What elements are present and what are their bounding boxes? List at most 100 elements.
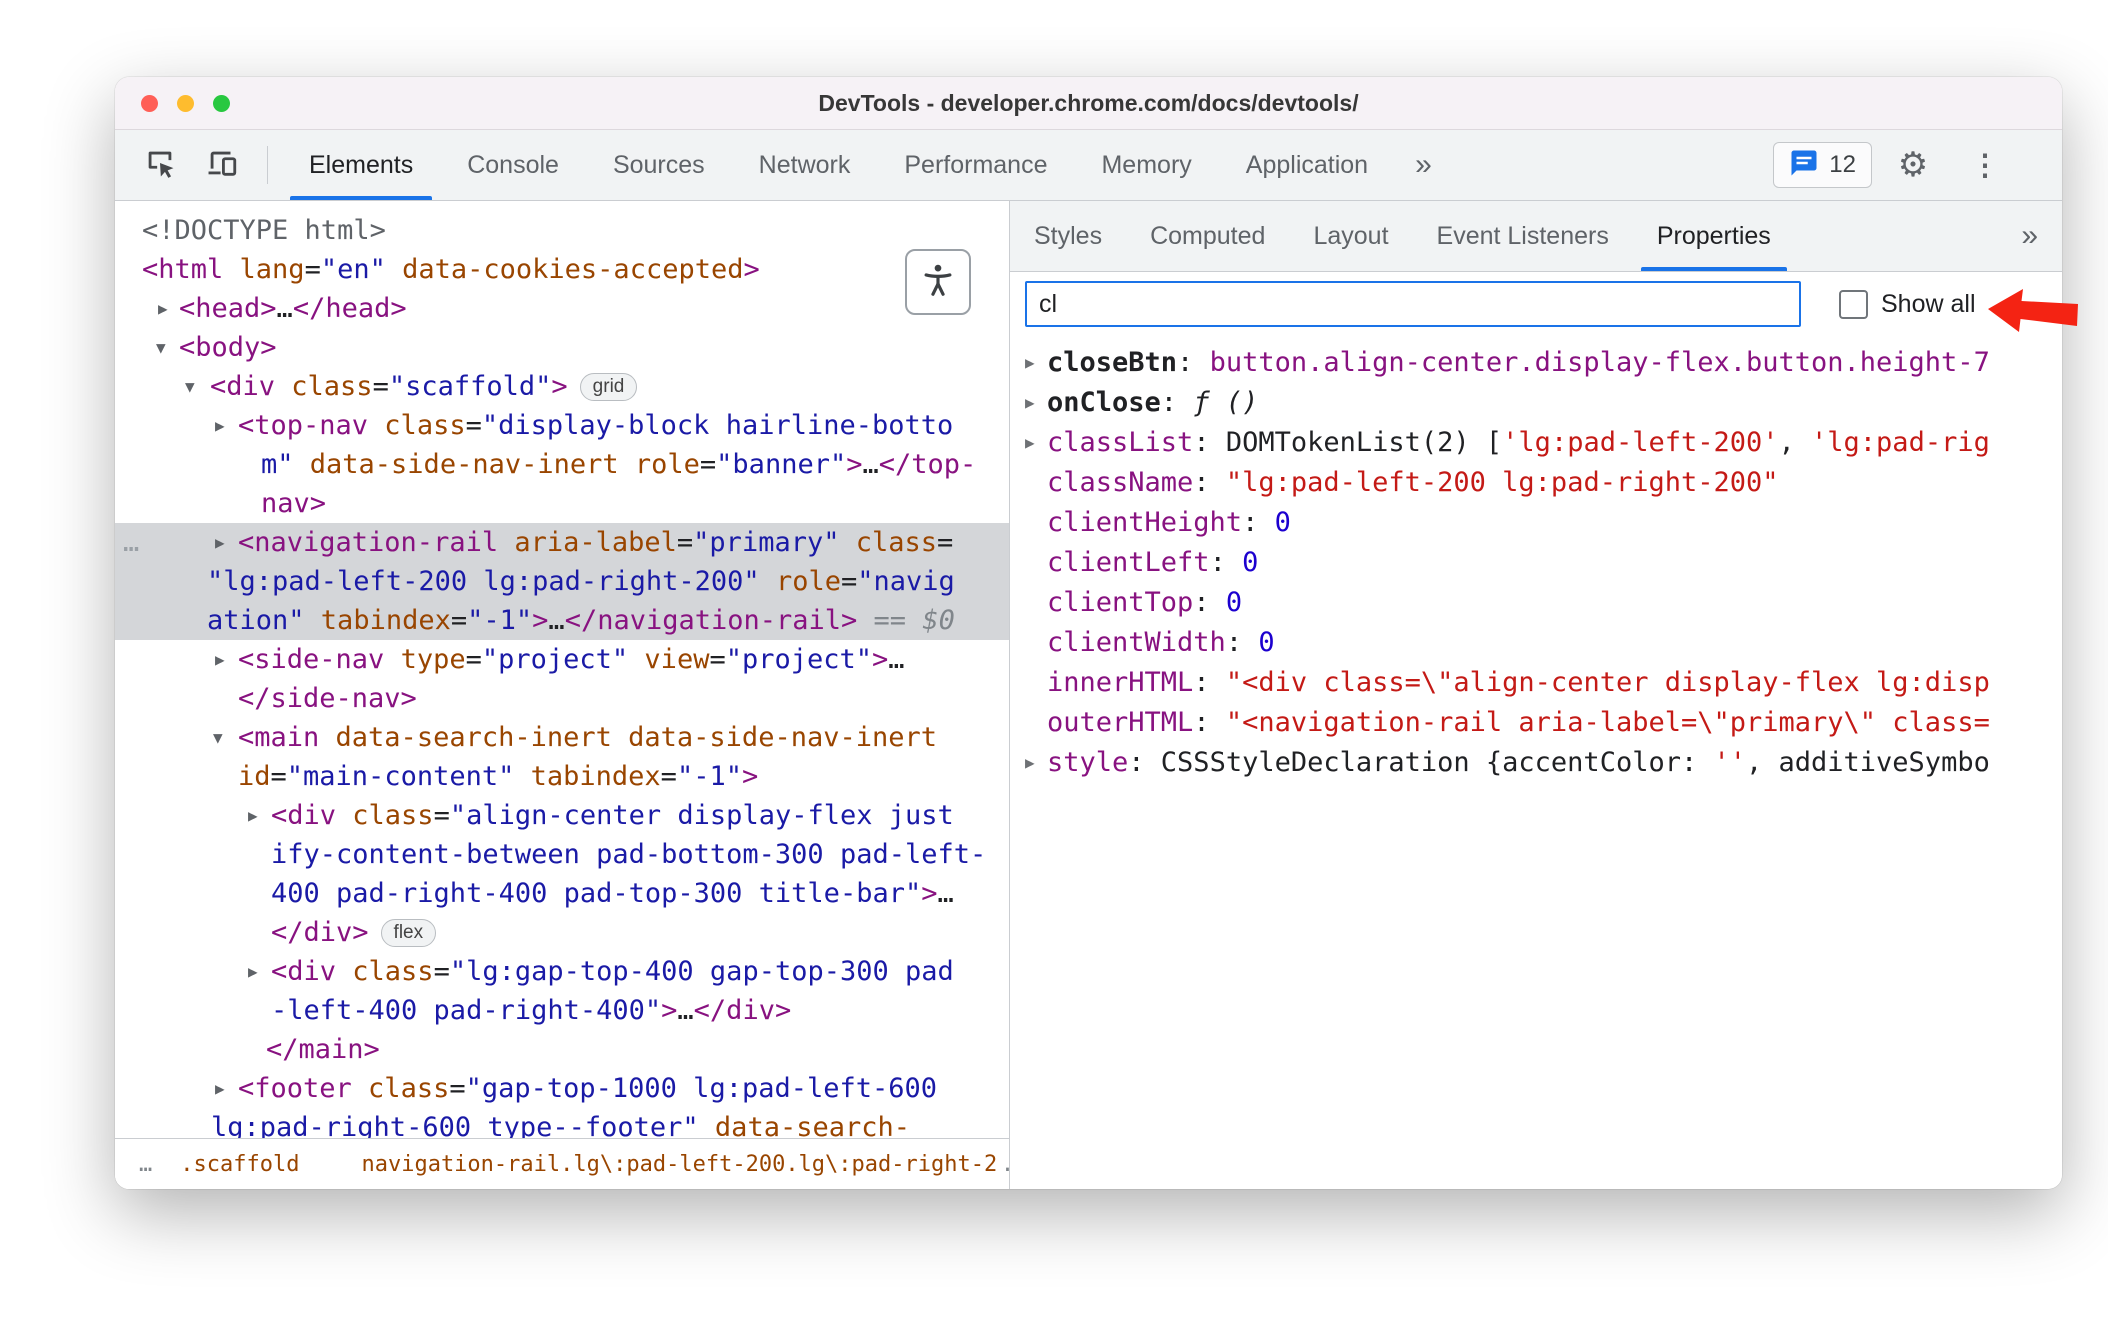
sidebar-more-tabs-button[interactable]: »: [1997, 201, 2062, 271]
expand-arrow-icon[interactable]: ▶: [248, 796, 258, 835]
breadcrumb-item[interactable]: navigation-rail.lg\:pad-left-200.lg\:pad…: [361, 1152, 997, 1177]
expand-arrow-icon[interactable]: ▶: [248, 952, 258, 991]
property-name: clientTop: [1047, 587, 1194, 618]
dom-tree-row[interactable]: -left-400 pad-right-400">…</div>: [115, 991, 1009, 1030]
property-row[interactable]: ▶ style: CSSStyleDeclaration {accentColor…: [1010, 743, 2062, 783]
tab-computed[interactable]: Computed: [1126, 201, 1289, 271]
expand-arrow-icon[interactable]: ▶: [1025, 423, 1035, 463]
property-row[interactable]: outerHTML: "<navigation-rail aria-label=…: [1010, 703, 2062, 743]
dom-tree-row[interactable]: ▶ <div class="align-center display-flex j…: [115, 796, 1009, 835]
grid-badge[interactable]: grid: [579, 373, 638, 401]
elements-panel: <!DOCTYPE html> <html lang="en" data-cook…: [115, 201, 1010, 1189]
dom-tree-row[interactable]: </main>: [115, 1030, 1009, 1069]
tab-network[interactable]: Network: [732, 130, 878, 200]
collapse-arrow-icon[interactable]: ▼: [185, 367, 195, 406]
collapse-arrow-icon[interactable]: ▼: [156, 328, 166, 367]
dom-tree-row[interactable]: ation" tabindex="-1">…</navigation-rail>…: [115, 601, 1009, 640]
tab-styles[interactable]: Styles: [1010, 201, 1126, 271]
tab-sources[interactable]: Sources: [586, 130, 732, 200]
zoom-window-button[interactable]: [213, 94, 230, 112]
dom-tree-row[interactable]: "lg:pad-left-200 lg:pad-right-200" role=…: [115, 562, 1009, 601]
property-name: classList: [1047, 427, 1194, 458]
dom-tree-row[interactable]: ▶ <div class="lg:gap-top-400 gap-top-300 …: [115, 952, 1009, 991]
property-row[interactable]: clientLeft: 0: [1010, 543, 2062, 583]
flex-badge[interactable]: flex: [380, 919, 437, 947]
property-name: className: [1047, 467, 1194, 498]
dom-tree-row[interactable]: ▼ <div class="scaffold"> grid: [115, 367, 1009, 406]
breadcrumb-item[interactable]: .scaffold: [180, 1152, 299, 1177]
issues-button[interactable]: 12: [1773, 142, 1872, 188]
row-overflow-dots[interactable]: …: [123, 523, 139, 562]
titlebar: DevTools - developer.chrome.com/docs/dev…: [115, 77, 2062, 130]
dom-tree-row[interactable]: ify-content-between pad-bottom-300 pad-l…: [115, 835, 1009, 874]
tab-properties[interactable]: Properties: [1633, 201, 1795, 271]
minimize-window-button[interactable]: [177, 94, 194, 112]
expand-arrow-icon[interactable]: ▶: [215, 640, 225, 679]
dom-tree-row[interactable]: ▶ <side-nav type="project" view="project"…: [115, 640, 1009, 679]
property-row[interactable]: ▶ classList: DOMTokenList(2) ['lg:pad-lef…: [1010, 423, 2062, 463]
window-title: DevTools - developer.chrome.com/docs/dev…: [818, 89, 1359, 116]
dom-tree: <!DOCTYPE html> <html lang="en" data-cook…: [115, 201, 1009, 1139]
property-name: onClose: [1047, 387, 1161, 418]
expand-arrow-icon[interactable]: ▶: [1025, 383, 1035, 423]
expand-arrow-icon[interactable]: ▶: [158, 289, 168, 328]
tab-console[interactable]: Console: [440, 130, 586, 200]
breadcrumb-overflow-right[interactable]: …: [1005, 1152, 1009, 1177]
property-row[interactable]: clientTop: 0: [1010, 583, 2062, 623]
tab-performance[interactable]: Performance: [877, 130, 1074, 200]
dom-tree-row[interactable]: nav>: [115, 484, 1009, 523]
dom-tree-row[interactable]: ▶ <top-nav class="display-block hairline-…: [115, 406, 1009, 445]
property-name: style: [1047, 747, 1129, 778]
inspect-element-button[interactable]: [129, 130, 191, 200]
dom-tree-row[interactable]: ▶ <footer class="gap-top-1000 lg:pad-left…: [115, 1069, 1009, 1108]
breadcrumb-overflow-left[interactable]: …: [139, 1152, 152, 1177]
dom-tree-row[interactable]: <html lang="en" data-cookies-accepted>: [115, 250, 1009, 289]
property-row[interactable]: clientWidth: 0: [1010, 623, 2062, 663]
tab-elements[interactable]: Elements: [282, 130, 440, 200]
breadcrumb-bar: … .scaffold navigation-rail.lg\:pad-left-2…: [115, 1138, 1009, 1189]
accessibility-inspect-button[interactable]: [905, 249, 971, 315]
toolbar-divider: [267, 146, 268, 184]
dom-tree-row[interactable]: </side-nav>: [115, 679, 1009, 718]
property-row[interactable]: ▶ closeBtn: button.align-center.display-f…: [1010, 343, 2062, 383]
property-name: closeBtn: [1047, 347, 1178, 378]
dom-tree-row[interactable]: ▶ <head>…</head>: [115, 289, 1009, 328]
property-row[interactable]: className: "lg:pad-left-200 lg:pad-right…: [1010, 463, 2062, 503]
settings-button[interactable]: ⚙: [1882, 145, 1944, 185]
expand-arrow-icon[interactable]: ▶: [215, 1069, 225, 1108]
show-all-label: Show all: [1881, 290, 1976, 318]
property-row[interactable]: ▶ onClose: ƒ (): [1010, 383, 2062, 423]
menu-button[interactable]: ⋮: [1954, 148, 2016, 183]
tab-layout[interactable]: Layout: [1289, 201, 1412, 271]
dom-tree-row[interactable]: lg:pad-right-600 type--footer" data-sear…: [115, 1108, 1009, 1139]
accessibility-person-icon: [919, 261, 957, 304]
dom-tree-row[interactable]: <!DOCTYPE html>: [115, 211, 1009, 250]
properties-filter-input[interactable]: [1025, 281, 1801, 327]
property-row[interactable]: clientHeight: 0: [1010, 503, 2062, 543]
expand-arrow-icon[interactable]: ▶: [215, 523, 225, 562]
sidebar-tab-list: Styles Computed Layout Event Listeners Prope…: [1010, 201, 1795, 271]
dom-tree-row[interactable]: m" data-side-nav-inert role="banner">…</…: [115, 445, 1009, 484]
tab-application[interactable]: Application: [1219, 130, 1395, 200]
property-name: clientHeight: [1047, 507, 1243, 538]
dom-tree-row[interactable]: … ▶ <navigation-rail aria-label="primary" …: [115, 523, 1009, 562]
tab-memory[interactable]: Memory: [1074, 130, 1218, 200]
device-toolbar-icon: [205, 146, 239, 185]
dom-tree-row[interactable]: 400 pad-right-400 pad-top-300 title-bar"…: [115, 874, 1009, 913]
dom-tree-row[interactable]: ▼ <body>: [115, 328, 1009, 367]
close-window-button[interactable]: [141, 94, 158, 112]
expand-arrow-icon[interactable]: ▶: [1025, 343, 1035, 383]
dom-tree-row[interactable]: </div> flex: [115, 913, 1009, 952]
property-row[interactable]: innerHTML: "<div class=\"align-center di…: [1010, 663, 2062, 703]
toolbar-right-cluster: 12 ⚙ ⋮: [1773, 130, 2062, 200]
property-name: clientLeft: [1047, 547, 1210, 578]
device-toolbar-button[interactable]: [191, 130, 253, 200]
expand-arrow-icon[interactable]: ▶: [215, 406, 225, 445]
dom-tree-row[interactable]: ▼ <main data-search-inert data-side-nav-i…: [115, 718, 1009, 757]
dom-tree-row[interactable]: id="main-content" tabindex="-1">: [115, 757, 1009, 796]
expand-arrow-icon[interactable]: ▶: [1025, 743, 1035, 783]
more-tabs-button[interactable]: »: [1395, 130, 1452, 200]
show-all-checkbox[interactable]: [1839, 290, 1868, 319]
collapse-arrow-icon[interactable]: ▼: [213, 718, 223, 757]
tab-event-listeners[interactable]: Event Listeners: [1413, 201, 1633, 271]
